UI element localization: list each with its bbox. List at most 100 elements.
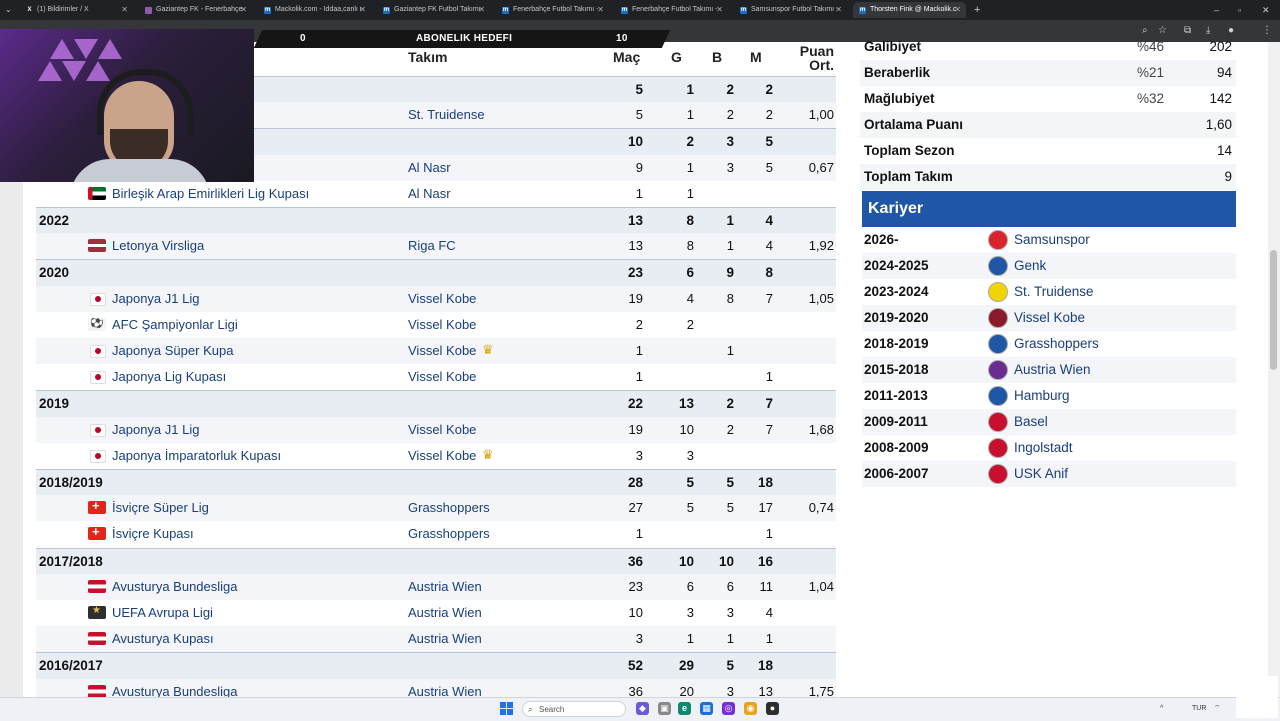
tab-close-icon[interactable]: ✕ <box>359 2 366 18</box>
tab-close-icon[interactable]: ✕ <box>716 2 723 18</box>
team-name[interactable]: Riga FC <box>408 233 456 259</box>
club-name-link[interactable]: Hamburg <box>1014 383 1070 409</box>
team-name[interactable]: Vissel Kobe <box>408 417 476 443</box>
team-name[interactable]: Vissel Kobe <box>408 364 476 390</box>
competition-name[interactable]: UEFA Avrupa Ligi <box>112 600 213 626</box>
team-name[interactable]: Austria Wien <box>408 574 482 600</box>
chrome-icon[interactable]: ◉ <box>744 702 757 715</box>
career-club-row[interactable]: 2009-2011 Basel <box>862 409 1236 435</box>
draws: 3 <box>726 159 734 175</box>
club-name-link[interactable]: Ingolstadt <box>1014 435 1073 461</box>
new-tab-button[interactable]: + <box>974 2 980 18</box>
career-club-row[interactable]: 2023-2024 St. Truidense <box>862 279 1236 305</box>
draws <box>700 521 734 547</box>
favicon-icon: m <box>502 6 509 14</box>
team-name[interactable]: Grasshoppers <box>408 521 490 547</box>
tab-close-icon[interactable]: ✕ <box>240 2 247 18</box>
career-club-row[interactable]: 2019-2020 Vissel Kobe <box>862 305 1236 331</box>
tab-close-icon[interactable]: ✕ <box>954 2 961 18</box>
network-icon[interactable]: ⌔ <box>1214 702 1221 716</box>
team-name[interactable]: Al Nasr <box>408 181 451 207</box>
season-row: 2019 22 13 2 7 <box>36 390 836 418</box>
competition-name[interactable]: Japonya J1 Lig <box>112 286 199 312</box>
menu-icon[interactable]: ⋮ <box>1262 24 1272 38</box>
tab-close-icon[interactable]: ✕ <box>597 2 604 18</box>
tray-chevron-icon[interactable]: ^ <box>1160 702 1163 716</box>
country-flag-icon <box>88 527 106 541</box>
close-window-icon[interactable]: ✕ <box>1262 2 1270 18</box>
competition-name[interactable]: Japonya Lig Kupası <box>112 364 226 390</box>
draws: 1 <box>726 213 734 228</box>
browser-tab[interactable]: Gaziantep FK - Fenerbahçe Ma...✕ <box>139 2 252 18</box>
competition-row: Avusturya Kupası Austria Wien 3 1 1 1 <box>36 626 836 653</box>
team-name[interactable]: Grasshoppers <box>408 495 490 521</box>
competition-name[interactable]: Japonya Süper Kupa <box>112 338 233 364</box>
stat-label: Ortalama Puanı <box>864 117 964 132</box>
club-name-link[interactable]: Samsunspor <box>1014 227 1090 253</box>
points-average: 1,05 <box>808 290 834 306</box>
team-name[interactable]: Austria Wien <box>408 600 482 626</box>
tab-close-icon[interactable]: ✕ <box>121 2 128 18</box>
competition-name[interactable]: Birleşik Arap Emirlikleri Lig Kupası <box>112 181 309 207</box>
club-name-link[interactable]: Genk <box>1014 253 1046 279</box>
tab-close-icon[interactable]: ✕ <box>478 2 485 18</box>
taskbar-search[interactable]: ⌕ Search <box>522 701 626 717</box>
club-name-link[interactable]: Austria Wien <box>1014 357 1091 383</box>
competition-name[interactable]: İsviçre Süper Lig <box>112 495 209 521</box>
competition-name[interactable]: İsviçre Kupası <box>112 521 194 547</box>
team-name[interactable]: Vissel Kobe <box>408 286 476 312</box>
browser-tab[interactable]: m Fenerbahçe Futbol Takımı - 20...✕ <box>615 2 728 18</box>
browser-tab[interactable]: m Mackolik.com - Iddaa,canlı ma...✕ <box>258 2 371 18</box>
edge-icon[interactable]: e <box>678 702 691 715</box>
club-name-link[interactable]: Grasshoppers <box>1014 331 1099 357</box>
team-name[interactable]: Al Nasr <box>408 155 451 181</box>
club-crest-icon <box>988 334 1008 354</box>
competition-name[interactable]: Letonya Virsliga <box>112 233 204 259</box>
team-name[interactable]: Vissel Kobe <box>408 312 476 338</box>
store-icon[interactable]: ▦ <box>700 702 713 715</box>
competition-name[interactable]: Japonya J1 Lig <box>112 417 199 443</box>
team-name[interactable]: Vissel Kobe <box>408 338 476 364</box>
career-club-row[interactable]: 2011-2013 Hamburg <box>862 383 1236 409</box>
career-club-row[interactable]: 2026- Samsunspor <box>862 227 1236 253</box>
team-name[interactable]: St. Truidense <box>408 102 485 128</box>
app-icon[interactable]: ◎ <box>722 702 735 715</box>
career-club-row[interactable]: 2006-2007 USK Anif <box>862 461 1236 487</box>
browser-tab[interactable]: m Fenerbahçe Futbol Takımı - 20...✕ <box>496 2 609 18</box>
career-club-row[interactable]: 2008-2009 Ingolstadt <box>862 435 1236 461</box>
points-average <box>792 470 834 496</box>
team-name[interactable]: Austria Wien <box>408 626 482 652</box>
club-name-link[interactable]: Vissel Kobe <box>1014 305 1085 331</box>
career-club-row[interactable]: 2024-2025 Genk <box>862 253 1236 279</box>
competition-name[interactable]: Avusturya Bundesliga <box>112 574 238 600</box>
tab-search-icon[interactable]: ⌄ <box>5 2 12 18</box>
browser-tab[interactable]: X (1) Bildirimler / X ✕ <box>20 2 133 18</box>
maximize-icon[interactable]: ▫ <box>1238 2 1241 18</box>
browser-tab[interactable]: m Gaziantep FK Futbol Takımı - 20...✕ <box>377 2 490 18</box>
career-years: 2015-2018 <box>864 362 929 377</box>
club-name-link[interactable]: USK Anif <box>1014 461 1068 487</box>
windows-start-icon[interactable] <box>500 702 513 715</box>
copilot-icon[interactable]: ◆ <box>636 702 649 715</box>
competition-name[interactable]: AFC Şampiyonlar Ligi <box>112 312 238 338</box>
competition-name[interactable]: Avusturya Kupası <box>112 626 214 652</box>
club-name-link[interactable]: St. Truidense <box>1014 279 1094 305</box>
minimize-icon[interactable]: – <box>1214 2 1219 18</box>
club-name-link[interactable]: Basel <box>1014 409 1048 435</box>
career-club-row[interactable]: 2018-2019 Grasshoppers <box>862 331 1236 357</box>
team-name[interactable]: Vissel Kobe <box>408 443 476 469</box>
tab-close-icon[interactable]: ✕ <box>835 2 842 18</box>
wins: 8 <box>686 213 694 228</box>
browser-tab[interactable]: m Samsunspor Futbol Takımı - 20...✕ <box>734 2 847 18</box>
browser-tab[interactable]: m Thorsten Fink @ Mackolik.com✕ <box>853 2 966 18</box>
app2-icon[interactable]: ● <box>766 702 779 715</box>
points-average <box>792 129 834 155</box>
taskbar-search-placeholder: Search <box>539 705 565 714</box>
career-club-row[interactable]: 2015-2018 Austria Wien <box>862 357 1236 383</box>
scrollbar-thumb[interactable] <box>1270 250 1277 370</box>
wins: 5 <box>686 500 694 516</box>
language-indicator[interactable]: TUR <box>1192 702 1206 716</box>
competition-name[interactable]: Japonya İmparatorluk Kupası <box>112 443 281 469</box>
matches-played: 28 <box>627 475 643 490</box>
task-view-icon[interactable]: ▣ <box>658 702 671 715</box>
